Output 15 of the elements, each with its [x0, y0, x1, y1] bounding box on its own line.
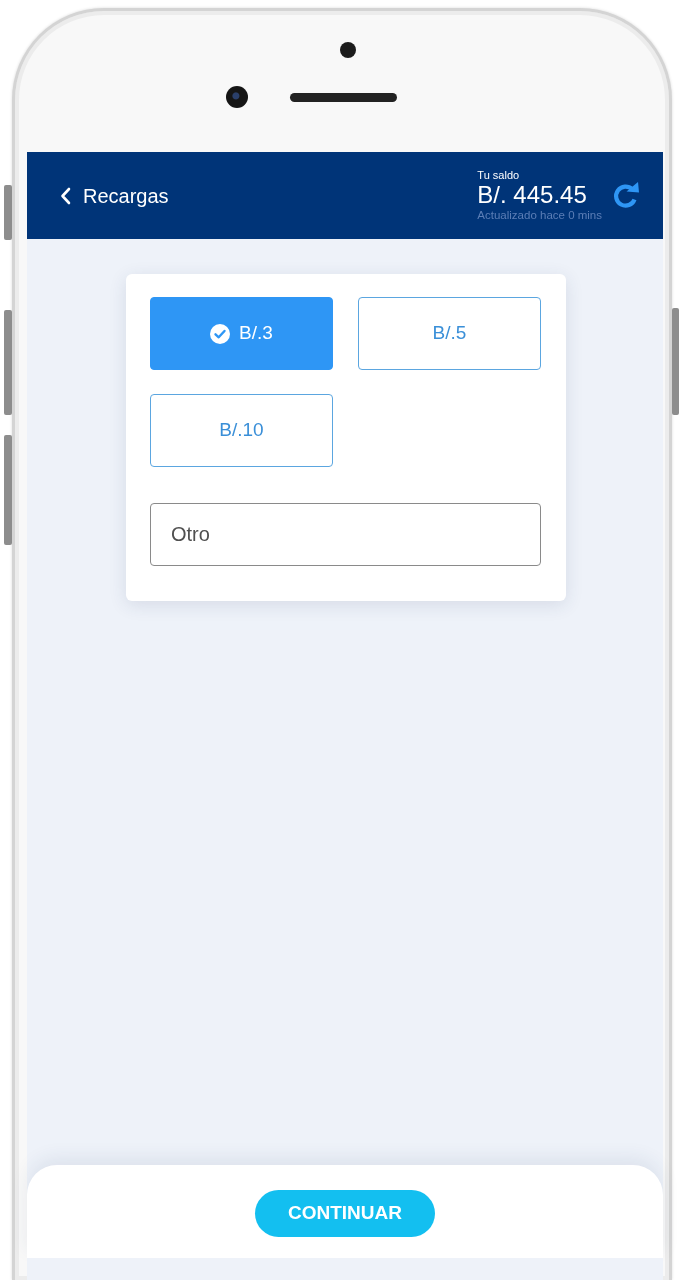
updated-time-text: Actualizado hace 0 mins	[477, 208, 602, 222]
camera-icon	[226, 86, 248, 108]
back-button[interactable]: Recargas	[60, 180, 169, 211]
balance-amount: B/. 445.45	[477, 182, 588, 208]
refresh-icon[interactable]	[612, 181, 640, 210]
check-circle-icon	[210, 323, 231, 344]
sensor-dot-icon	[340, 42, 356, 58]
amount-option[interactable]: B/.5	[358, 297, 541, 370]
amount-option[interactable]: B/.10	[150, 394, 333, 467]
continue-button[interactable]: CONTINUAR	[255, 1190, 435, 1237]
balance-label: Tu saldo	[477, 169, 521, 182]
phone-side-key	[4, 185, 12, 240]
amount-option[interactable]: B/.3	[150, 297, 333, 370]
other-amount-field[interactable]: Otro	[150, 503, 541, 566]
back-icon	[60, 186, 71, 205]
